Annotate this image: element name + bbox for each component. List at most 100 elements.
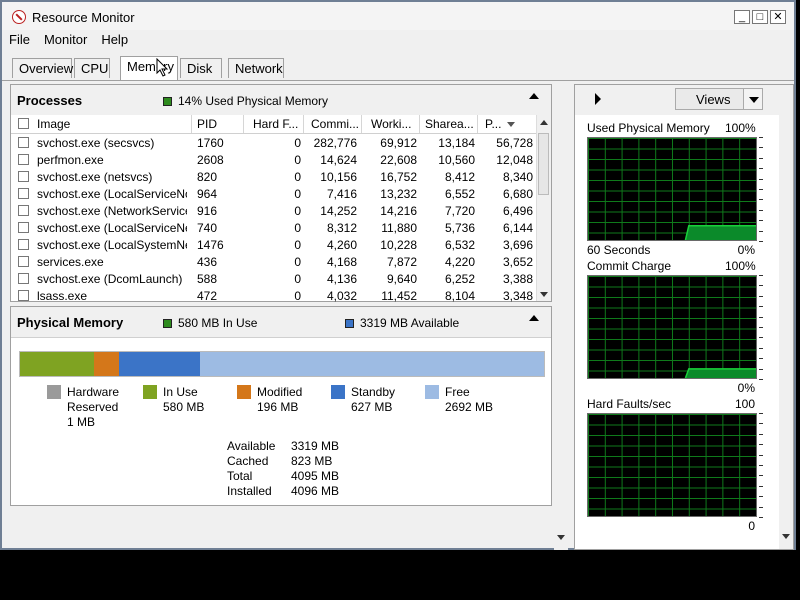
table-cell: 10,228 <box>380 238 417 252</box>
graph-canvas <box>587 275 757 379</box>
graph-tick <box>759 506 763 508</box>
table-cell: 1476 <box>197 238 224 252</box>
row-checkbox[interactable] <box>18 256 29 267</box>
row-checkbox[interactable] <box>18 137 29 148</box>
close-button[interactable]: ✕ <box>770 10 786 24</box>
row-checkbox[interactable] <box>18 222 29 233</box>
table-cell: 740 <box>197 221 218 235</box>
graph-tick <box>759 157 763 159</box>
collapse-physical-memory-icon[interactable] <box>529 315 539 321</box>
col-shareable[interactable]: Sharea... <box>425 117 475 131</box>
table-row[interactable]: svchost.exe (netsvcs) 820 0 10,156 16,752 8,4… <box>11 168 537 185</box>
table-cell: 16,752 <box>380 170 417 184</box>
scroll-down-icon[interactable] <box>540 292 548 297</box>
table-cell: lsass.exe <box>37 289 88 303</box>
col-pid[interactable]: PID <box>197 117 237 131</box>
table-cell: 14,624 <box>320 153 357 167</box>
table-cell: 282,776 <box>313 136 357 150</box>
resource-monitor-window: Resource Monitor _ □ ✕ File Monitor Help… <box>0 0 796 550</box>
row-checkbox[interactable] <box>18 171 29 182</box>
tab-overview[interactable]: Overview <box>12 58 73 78</box>
table-cell: 4,032 <box>326 289 357 303</box>
tab-network[interactable]: Network <box>228 58 284 78</box>
title-bar[interactable]: Resource Monitor _ □ ✕ <box>2 2 794 30</box>
menu-monitor[interactable]: Monitor <box>37 30 94 52</box>
table-row[interactable]: svchost.exe (LocalServiceNo... 964 0 7,416 1… <box>11 185 537 202</box>
table-cell: 8,340 <box>502 170 533 184</box>
legend-item: Free 2692 MB <box>445 385 493 415</box>
views-dropdown-button[interactable] <box>743 88 763 110</box>
scroll-up-icon[interactable] <box>540 120 548 125</box>
graph-area <box>685 225 756 240</box>
summary-label: Installed <box>227 484 272 498</box>
tab-cpu[interactable]: CPU <box>74 58 110 78</box>
table-cell: svchost.exe (LocalServiceNo... <box>37 187 187 201</box>
table-cell: 0 <box>294 170 301 184</box>
mouse-cursor-icon <box>156 58 169 77</box>
table-cell: 56,728 <box>496 136 533 150</box>
row-checkbox[interactable] <box>18 154 29 165</box>
main-scroll-down-icon[interactable] <box>557 535 565 540</box>
col-working-set[interactable]: Worki... <box>371 117 419 131</box>
table-cell: 8,312 <box>326 221 357 235</box>
memory-bar-segment <box>119 352 200 376</box>
expand-pane-icon[interactable] <box>595 93 601 105</box>
graph-canvas <box>587 413 757 517</box>
physical-memory-header[interactable]: Physical Memory 580 MB In Use 3319 MB Av… <box>11 307 551 338</box>
processes-scrollbar[interactable] <box>536 115 551 301</box>
table-cell: 14,216 <box>380 204 417 218</box>
table-cell: 472 <box>197 289 218 303</box>
select-all-checkbox[interactable] <box>18 118 29 129</box>
graph-tick <box>759 306 763 308</box>
scrollbar-thumb[interactable] <box>538 133 549 195</box>
minimize-button[interactable]: _ <box>734 10 750 24</box>
processes-header[interactable]: Processes 14% Used Physical Memory <box>11 85 551 116</box>
collapse-processes-icon[interactable] <box>529 93 539 99</box>
tab-disk[interactable]: Disk <box>180 58 222 78</box>
main-vertical-scrollbar[interactable] <box>554 84 568 550</box>
table-cell: 6,552 <box>444 187 475 201</box>
table-cell: 0 <box>294 221 301 235</box>
graph-tick <box>759 444 763 446</box>
table-row[interactable]: svchost.exe (NetworkService) 916 0 14,252 14… <box>11 202 537 219</box>
table-row[interactable]: svchost.exe (secsvcs) 1760 0 282,776 69,912 1… <box>11 134 537 151</box>
legend-swatch <box>143 385 157 399</box>
menu-file[interactable]: File <box>2 30 37 52</box>
row-checkbox[interactable] <box>18 205 29 216</box>
table-row[interactable]: services.exe 436 0 4,168 7,872 4,220 3,652 <box>11 253 537 270</box>
table-row[interactable]: svchost.exe (DcomLaunch) 588 0 4,136 9,640 6,… <box>11 270 537 287</box>
table-row[interactable]: perfmon.exe 2608 0 14,624 22,608 10,560 12,048 <box>11 151 537 168</box>
table-cell: 3,696 <box>502 238 533 252</box>
legend-swatch <box>331 385 345 399</box>
table-cell: 3,652 <box>502 255 533 269</box>
maximize-button[interactable]: □ <box>752 10 768 24</box>
col-commit[interactable]: Commi... <box>311 117 359 131</box>
col-hard-faults[interactable]: Hard F... <box>253 117 305 131</box>
row-checkbox[interactable] <box>18 188 29 199</box>
graphs-scrollbar[interactable] <box>779 115 793 549</box>
table-cell: 0 <box>294 289 301 303</box>
row-checkbox[interactable] <box>18 290 29 301</box>
menu-help[interactable]: Help <box>94 30 135 52</box>
processes-panel: Processes 14% Used Physical Memory Image… <box>10 84 552 304</box>
available-square-icon <box>345 319 354 328</box>
window-title: Resource Monitor <box>32 10 135 25</box>
graph-tick <box>759 475 763 477</box>
row-checkbox[interactable] <box>18 239 29 250</box>
table-cell: perfmon.exe <box>37 153 104 167</box>
table-row[interactable]: svchost.exe (LocalSystemNet... 1476 0 4,260… <box>11 236 537 253</box>
table-row[interactable]: svchost.exe (LocalServiceNet... 740 0 8,312… <box>11 219 537 236</box>
table-cell: 4,220 <box>444 255 475 269</box>
physical-memory-panel: Physical Memory 580 MB In Use 3319 MB Av… <box>10 306 552 506</box>
graph-min-label: 0% <box>737 381 755 395</box>
table-row[interactable]: lsass.exe 472 0 4,032 11,452 8,104 3,348 <box>11 287 537 304</box>
table-cell: 6,680 <box>502 187 533 201</box>
row-checkbox[interactable] <box>18 273 29 284</box>
graphs-scroll-down-icon[interactable] <box>782 534 790 539</box>
legend-swatch <box>237 385 251 399</box>
table-cell: 6,532 <box>444 238 475 252</box>
legend-text: In Use <box>163 385 198 399</box>
col-image[interactable]: Image <box>37 117 187 131</box>
table-cell: 4,136 <box>326 272 357 286</box>
in-use-summary-text: 580 MB In Use <box>178 316 258 330</box>
